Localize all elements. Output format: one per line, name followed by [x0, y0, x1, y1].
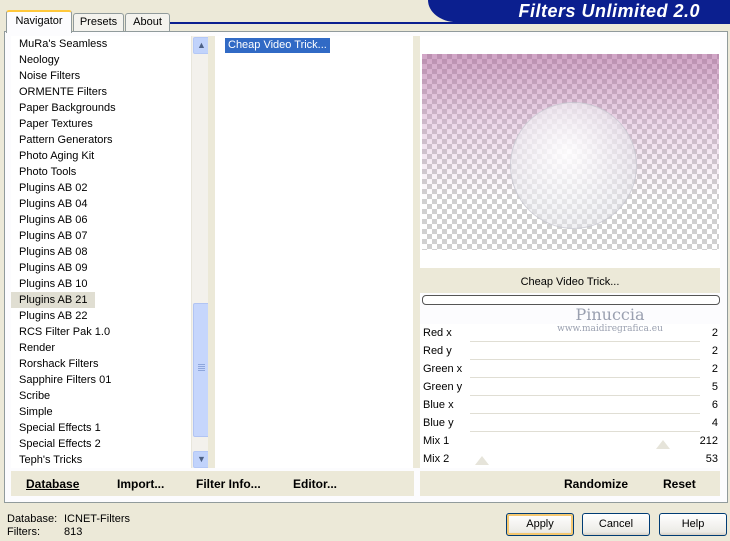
watermark-name: Pinuccia: [575, 305, 645, 324]
param-blue-y[interactable]: Blue y 4: [420, 414, 720, 432]
slider-marker-icon[interactable]: [656, 440, 670, 449]
preview-filter-name: Cheap Video Trick...: [420, 268, 720, 293]
param-value: 212: [699, 435, 718, 447]
category-item[interactable]: Plugins AB 07: [11, 228, 207, 244]
status-database-label: Database:: [7, 513, 58, 525]
progress-bar: [422, 295, 720, 305]
param-name: Red x: [423, 327, 452, 339]
category-item[interactable]: Noise Filters: [11, 68, 207, 84]
param-mix-2[interactable]: Mix 2 53: [420, 450, 720, 468]
watermark-url: www.maidiregrafica.eu: [557, 324, 663, 334]
param-green-y[interactable]: Green y 5: [420, 378, 720, 396]
param-value: 5: [711, 381, 718, 393]
category-item[interactable]: Paper Textures: [11, 116, 207, 132]
category-item[interactable]: Simple: [11, 404, 207, 420]
param-name: Mix 1: [423, 435, 450, 447]
param-name: Blue y: [423, 417, 454, 429]
param-name: Blue x: [423, 399, 454, 411]
category-item[interactable]: Special Effects 2: [11, 436, 207, 452]
filter-info-button[interactable]: Filter Info...: [196, 477, 261, 491]
status-filters-count: 813: [64, 526, 83, 538]
apply-button[interactable]: Apply: [506, 513, 574, 536]
tab-presets[interactable]: Presets: [73, 13, 124, 31]
category-item[interactable]: Photo Aging Kit: [11, 148, 207, 164]
tab-navigator[interactable]: Navigator: [6, 10, 72, 33]
param-value: 2: [711, 363, 718, 375]
randomize-button[interactable]: Randomize: [564, 477, 628, 491]
param-value: 53: [705, 453, 718, 465]
list-separator: [413, 36, 420, 468]
category-item[interactable]: Sapphire Filters 01: [11, 372, 207, 388]
category-item[interactable]: Photo Tools: [11, 164, 207, 180]
category-item[interactable]: Teph's Tricks: [11, 452, 207, 468]
cancel-button[interactable]: Cancel: [582, 513, 650, 536]
tab-about[interactable]: About: [125, 13, 170, 31]
category-item[interactable]: Plugins AB 08: [11, 244, 207, 260]
preview-image: [422, 54, 719, 250]
param-value: 2: [711, 345, 718, 357]
slider-marker-icon[interactable]: [475, 456, 489, 465]
param-blue-x[interactable]: Blue x 6: [420, 396, 720, 414]
param-red-y[interactable]: Red y 2: [420, 342, 720, 360]
editor-button[interactable]: Editor...: [293, 477, 337, 491]
category-item[interactable]: Paper Backgrounds: [11, 100, 207, 116]
category-item[interactable]: Plugins AB 21: [11, 292, 95, 308]
category-item[interactable]: Plugins AB 06: [11, 212, 207, 228]
param-value: 4: [711, 417, 718, 429]
param-value: 6: [711, 399, 718, 411]
param-name: Mix 2: [423, 453, 450, 465]
header-rule: [160, 22, 730, 24]
category-item[interactable]: Pattern Generators: [11, 132, 207, 148]
status-filters-label: Filters:: [7, 526, 40, 538]
preview-sphere: [510, 102, 637, 229]
category-item[interactable]: Plugins AB 04: [11, 196, 207, 212]
category-list[interactable]: MuRa's Seamless Neology Noise Filters ORMEN…: [11, 36, 207, 468]
category-item[interactable]: Special Effects 1: [11, 420, 207, 436]
filter-item-cheap-video-trick[interactable]: Cheap Video Trick...: [225, 38, 330, 53]
app-title: Filters Unlimited 2.0: [518, 1, 700, 21]
param-mix-1[interactable]: Mix 1 212: [420, 432, 720, 450]
filter-list[interactable]: Cheap Video Trick...: [215, 36, 413, 468]
category-item[interactable]: MuRa's Seamless: [11, 36, 207, 52]
parameter-list: Red x 2 Red y 2 Green x 2 Green y 5 Blue…: [420, 324, 720, 468]
param-name: Green x: [423, 363, 463, 375]
category-item[interactable]: Rorshack Filters: [11, 356, 207, 372]
list-separator: [208, 36, 215, 468]
param-value: 2: [711, 327, 718, 339]
category-item[interactable]: RCS Filter Pak 1.0: [11, 324, 207, 340]
reset-button[interactable]: Reset: [663, 477, 696, 491]
param-green-x[interactable]: Green x 2: [420, 360, 720, 378]
import-button[interactable]: Import...: [117, 477, 164, 491]
header-banner: Filters Unlimited 2.0: [428, 0, 730, 22]
help-button[interactable]: Help: [659, 513, 727, 536]
param-name: Red y: [423, 345, 452, 357]
category-item[interactable]: Plugins AB 10: [11, 276, 207, 292]
category-item[interactable]: Plugins AB 09: [11, 260, 207, 276]
category-item[interactable]: Render: [11, 340, 207, 356]
status-database-value: ICNET-Filters: [64, 513, 130, 525]
category-item[interactable]: Scribe: [11, 388, 207, 404]
database-button[interactable]: Database: [26, 477, 79, 491]
category-item[interactable]: Neology: [11, 52, 207, 68]
category-item[interactable]: Plugins AB 22: [11, 308, 207, 324]
scroll-grip-icon: [198, 364, 205, 372]
watermark: Pinuccia www.maidiregrafica.eu: [540, 305, 680, 336]
database-button-label: Database: [26, 477, 80, 491]
category-scrollbar[interactable]: ▲ ▼: [191, 36, 210, 468]
param-name: Green y: [423, 381, 463, 393]
category-item[interactable]: Plugins AB 02: [11, 180, 207, 196]
category-item[interactable]: ORMENTE Filters: [11, 84, 207, 100]
